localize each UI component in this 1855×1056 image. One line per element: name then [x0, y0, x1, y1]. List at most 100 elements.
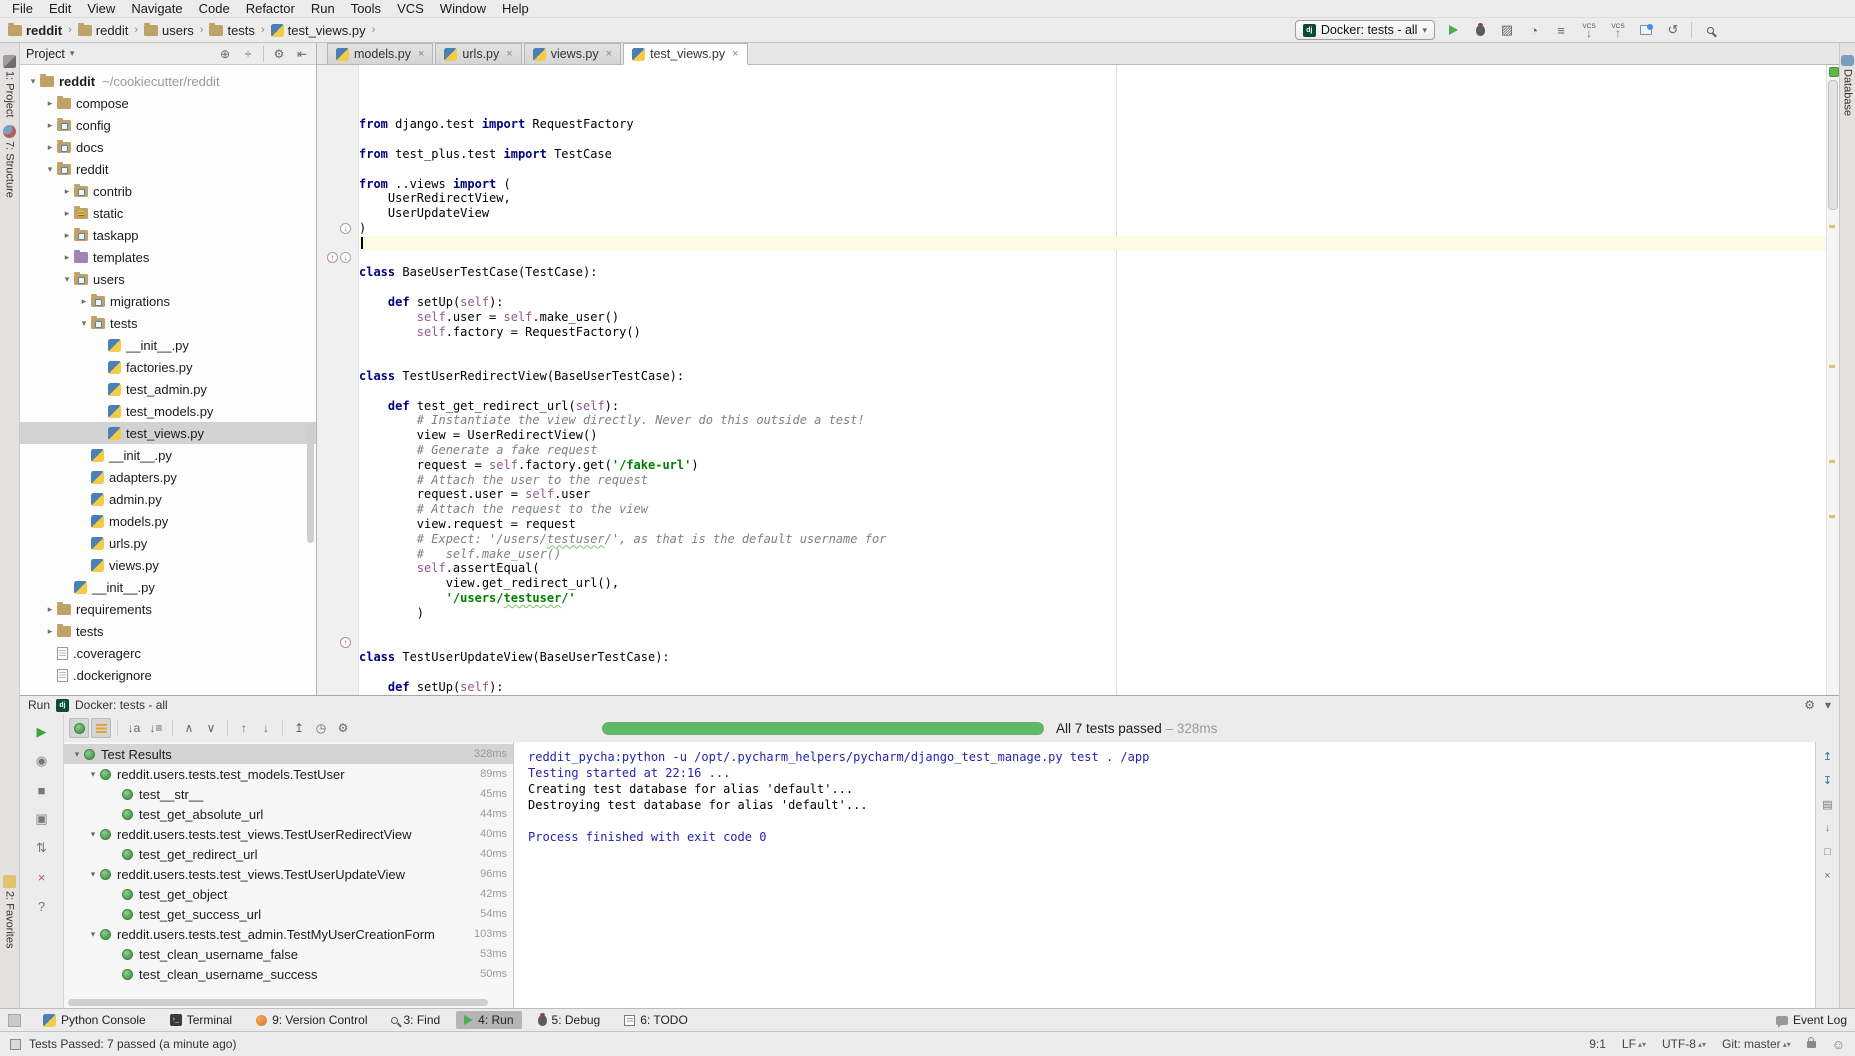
status-widget[interactable]: Git: master▴▾ — [1722, 1037, 1791, 1051]
chevron-collapsed-icon[interactable]: ▸ — [43, 98, 57, 109]
stop-button[interactable]: ■ — [31, 780, 53, 800]
sort-by-duration-icon[interactable]: ↓≡ — [146, 718, 166, 738]
code-editor[interactable]: from django.test import RequestFactory f… — [359, 65, 1826, 695]
close-button[interactable]: × — [31, 867, 53, 887]
toolwindow-button-3--find[interactable]: 3: Find — [383, 1011, 448, 1029]
close-icon[interactable]: × — [606, 48, 612, 60]
warning-mark[interactable] — [1829, 460, 1835, 463]
tree-item-requirements[interactable]: ▸requirements — [20, 598, 316, 620]
status-widget[interactable]: UTF-8▴▾ — [1662, 1037, 1706, 1051]
previous-failed-icon[interactable]: ↑ — [234, 718, 254, 738]
lock-icon[interactable] — [1807, 1041, 1816, 1048]
toolwindow-switcher-icon[interactable] — [8, 1014, 21, 1027]
undo-icon[interactable]: ↺ — [1664, 21, 1682, 39]
rerun-failed-button[interactable]: ◉ — [31, 751, 53, 771]
tree-item-static[interactable]: ▸static — [20, 202, 316, 224]
tree-item-config[interactable]: ▸config — [20, 114, 316, 136]
caret-position-widget[interactable]: 9:1 — [1589, 1037, 1606, 1051]
menu-item-help[interactable]: Help — [494, 1, 537, 16]
menu-item-navigate[interactable]: Navigate — [123, 1, 190, 16]
local-history-icon[interactable] — [1637, 21, 1655, 39]
scroll-to-top-icon[interactable]: ↥ — [1820, 748, 1836, 764]
clear-console-icon[interactable]: × — [1820, 868, 1836, 884]
tree-item-factories.py[interactable]: factories.py — [20, 356, 316, 378]
test-row[interactable]: test_get_absolute_url44ms — [64, 804, 513, 824]
chevron-collapsed-icon[interactable]: ▸ — [43, 626, 57, 637]
editor-tab-models.py[interactable]: models.py× — [327, 43, 433, 64]
tree-item-reddit[interactable]: ▾reddit~/cookiecutter/reddit — [20, 70, 316, 92]
tree-item-tests[interactable]: ▾tests — [20, 312, 316, 334]
chevron-collapsed-icon[interactable]: ▸ — [43, 120, 57, 131]
tree-item-tests[interactable]: ▸tests — [20, 620, 316, 642]
breadcrumb-item[interactable]: reddit — [76, 22, 131, 39]
export-results-icon[interactable]: ↥ — [289, 718, 309, 738]
sort-alphabetically-icon[interactable]: ↓a — [124, 718, 144, 738]
show-passed-toggle[interactable] — [69, 718, 89, 738]
test-row[interactable]: test_get_redirect_url40ms — [64, 844, 513, 864]
chevron-expanded-icon[interactable]: ▾ — [26, 76, 40, 87]
test-settings-icon[interactable]: ⚙ — [333, 718, 353, 738]
sidebar-tab-favorites[interactable]: 2: Favorites — [3, 875, 16, 948]
project-panel-title[interactable]: Project ▾ — [26, 47, 74, 61]
tree-item-.dockerignore[interactable]: .dockerignore — [20, 664, 316, 686]
run-configuration-select[interactable]: dj Docker: tests - all ▾ — [1295, 20, 1435, 40]
chevron-expanded-icon[interactable]: ▾ — [86, 769, 100, 780]
profiler-icon[interactable]: ◔ — [1525, 21, 1543, 39]
tree-item-.coveragerc[interactable]: .coveragerc — [20, 642, 316, 664]
toolwindow-button-python-console[interactable]: Python Console — [35, 1011, 154, 1029]
tree-item-adapters.py[interactable]: adapters.py — [20, 466, 316, 488]
menu-item-view[interactable]: View — [79, 1, 123, 16]
tree-item-reddit[interactable]: ▾reddit — [20, 158, 316, 180]
tree-item-__init__.py[interactable]: __init__.py — [20, 444, 316, 466]
tree-item-__init__.py[interactable]: __init__.py — [20, 576, 316, 598]
sidebar-tab-project[interactable]: 1: Project — [3, 55, 16, 117]
menu-item-window[interactable]: Window — [432, 1, 494, 16]
menu-item-vcs[interactable]: VCS — [389, 1, 432, 16]
test-results-tree[interactable]: ▾Test Results328ms▾reddit.users.tests.te… — [64, 742, 514, 1008]
menu-item-run[interactable]: Run — [303, 1, 343, 16]
tree-item-test_admin.py[interactable]: test_admin.py — [20, 378, 316, 400]
tree-item-test_views.py[interactable]: test_views.py — [20, 422, 316, 444]
hector-icon[interactable]: ☺ — [1832, 1037, 1845, 1052]
run-dashboard-icon[interactable]: ≡ — [1552, 21, 1570, 39]
tree-item-contrib[interactable]: ▸contrib — [20, 180, 316, 202]
editor-scrollbar[interactable] — [1826, 65, 1839, 695]
tree-item-admin.py[interactable]: admin.py — [20, 488, 316, 510]
collapse-all-icon[interactable]: ∨ — [201, 718, 221, 738]
test-history-icon[interactable]: ◷ — [311, 718, 331, 738]
override-marker-icon[interactable]: ↑ — [327, 252, 338, 263]
test-row[interactable]: test_clean_username_false53ms — [64, 944, 513, 964]
test-row[interactable]: ▾reddit.users.tests.test_views.TestUserU… — [64, 864, 513, 884]
locate-icon[interactable]: ⊕ — [217, 47, 233, 61]
hide-panel-icon[interactable]: ⇤ — [294, 47, 310, 61]
run-console[interactable]: reddit_pycha:python -u /opt/.pycharm_hel… — [514, 742, 1815, 1008]
status-widget[interactable]: LF▴▾ — [1622, 1037, 1646, 1051]
chevron-collapsed-icon[interactable]: ▸ — [60, 186, 74, 197]
test-row[interactable]: test_get_object42ms — [64, 884, 513, 904]
menu-item-code[interactable]: Code — [191, 1, 238, 16]
collapse-all-icon[interactable]: ÷ — [240, 47, 256, 61]
test-row[interactable]: test_clean_username_success50ms — [64, 964, 513, 984]
toolwindow-button-4--run[interactable]: 4: Run — [456, 1011, 521, 1029]
tree-item-docs[interactable]: ▸docs — [20, 136, 316, 158]
toolwindow-button-6--todo[interactable]: 6: TODO — [616, 1011, 696, 1029]
vcs-commit-icon[interactable]: VCS↑ — [1608, 24, 1628, 36]
test-row[interactable]: test__str__45ms — [64, 784, 513, 804]
editor-tab-test_views.py[interactable]: test_views.py× — [623, 43, 747, 65]
soft-wrap-icon[interactable]: ▤ — [1820, 796, 1836, 812]
chevron-collapsed-icon[interactable]: ▸ — [60, 252, 74, 263]
breadcrumb-item[interactable]: reddit — [6, 22, 64, 39]
override-marker-icon[interactable]: ↓ — [340, 252, 351, 263]
chevron-expanded-icon[interactable]: ▾ — [86, 929, 100, 940]
tree-item-compose[interactable]: ▸compose — [20, 92, 316, 114]
rerun-button[interactable]: ▶ — [31, 722, 53, 742]
breadcrumb-item[interactable]: users — [142, 22, 196, 39]
tree-item-test_models.py[interactable]: test_models.py — [20, 400, 316, 422]
toolwindow-button-5--debug[interactable]: 5: Debug — [530, 1011, 609, 1029]
chevron-collapsed-icon[interactable]: ▸ — [43, 604, 57, 615]
chevron-collapsed-icon[interactable]: ▸ — [43, 142, 57, 153]
gear-icon[interactable]: ⚙ — [1804, 698, 1815, 712]
close-icon[interactable]: × — [732, 48, 738, 60]
test-row[interactable]: test_get_success_url54ms — [64, 904, 513, 924]
scrollbar-thumb[interactable] — [1828, 80, 1838, 210]
